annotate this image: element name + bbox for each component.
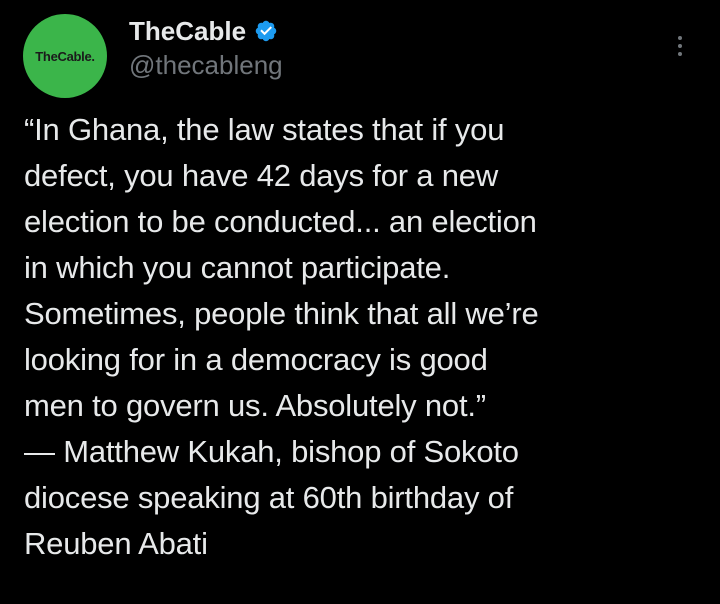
tweet-text: “In Ghana, the law states that if you de…	[24, 112, 539, 561]
author-display-name[interactable]: TheCable	[129, 16, 246, 47]
avatar-logo-text: TheCable.	[35, 48, 95, 64]
avatar[interactable]: TheCable.	[23, 14, 107, 98]
verified-badge-icon	[254, 19, 278, 43]
author-name-row: TheCable	[129, 13, 278, 49]
more-options-icon[interactable]	[664, 26, 696, 66]
author-handle[interactable]: @thecableng	[129, 50, 283, 81]
tweet-card: TheCable. TheCable @thecableng “In Ghana…	[0, 0, 720, 604]
